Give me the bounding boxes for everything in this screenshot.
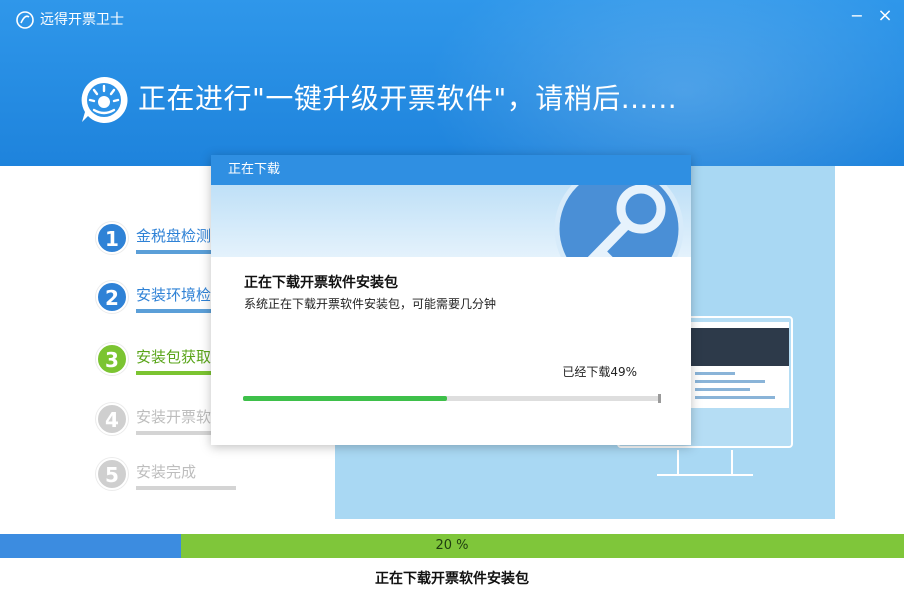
monitor-stand [677, 450, 733, 476]
step-label: 安装完成 [136, 463, 197, 481]
step-number: 2 [96, 281, 128, 313]
download-dialog: 正在下载 正在下载开票软件安装包 系统正在下载开票软件安装包，可能需要几分钟 已… [211, 155, 691, 445]
sun-chat-logo-icon [81, 76, 128, 123]
key-icon [554, 185, 684, 257]
dialog-title: 正在下载 [211, 155, 691, 185]
step-label: 安装包获取 [136, 348, 212, 366]
app-title: 远得开票卫士 [40, 12, 124, 28]
download-status: 已经下载49% [562, 365, 637, 379]
dialog-description: 系统正在下载开票软件安装包，可能需要几分钟 [244, 297, 497, 311]
close-button[interactable]: × [874, 6, 896, 26]
overall-progress-bar: 20 % [0, 534, 904, 558]
hero-heading: 正在进行"一键升级开票软件"，请稍后...... [138, 82, 678, 115]
dialog-heading: 正在下载开票软件安装包 [244, 275, 398, 291]
step-number: 5 [96, 458, 128, 490]
overall-progress-label: 20 % [435, 538, 469, 553]
step-underline [136, 486, 236, 490]
minimize-button[interactable]: − [846, 6, 868, 26]
download-progress-fill [243, 396, 447, 401]
step-number: 1 [96, 222, 128, 254]
download-progress-bar [243, 394, 661, 403]
app-logo-icon [16, 11, 34, 29]
monitor-screen [689, 322, 789, 408]
header-banner: 远得开票卫士 − × 正在进行"一键升级开票软件"，请稍后...... [0, 0, 904, 166]
footer-status-text: 正在下载开票软件安装包 [375, 571, 529, 587]
step-5: 5 安装完成 [96, 458, 236, 494]
step-number: 4 [96, 403, 128, 435]
dialog-banner [211, 185, 691, 257]
progress-end-marker [658, 394, 661, 403]
monitor-base [657, 474, 753, 476]
step-label: 金税盘检测 [136, 227, 212, 245]
step-number: 3 [96, 343, 128, 375]
